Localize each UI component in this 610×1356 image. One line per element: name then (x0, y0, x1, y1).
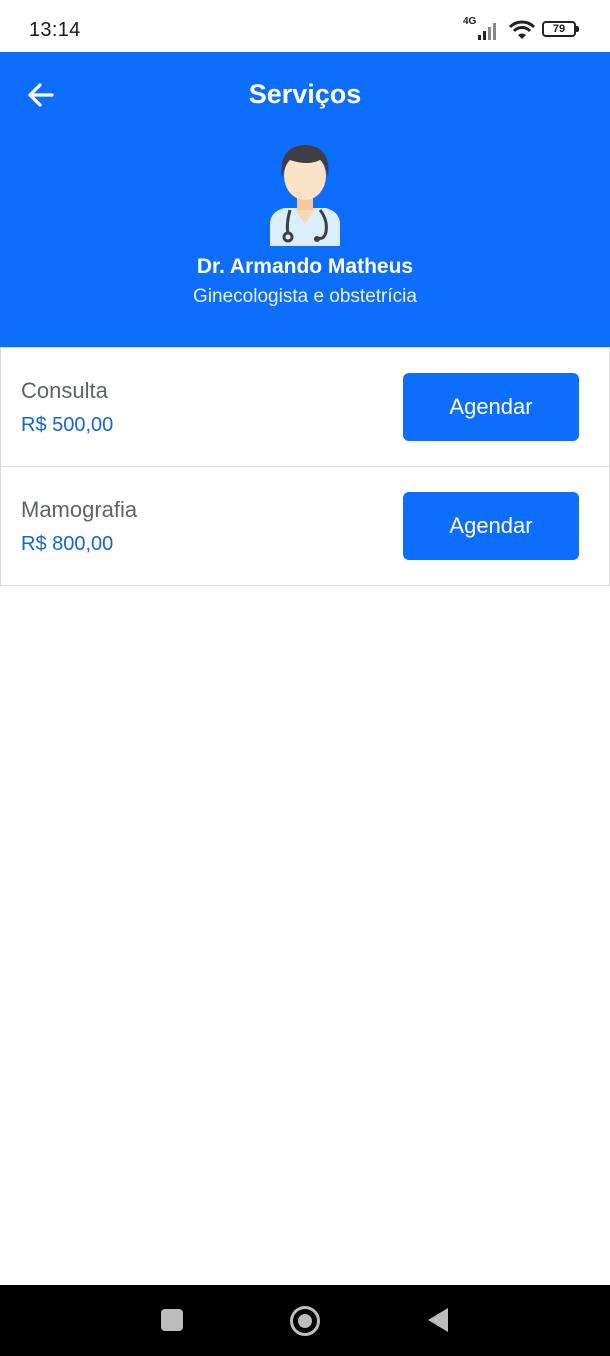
schedule-button[interactable]: Agendar (403, 373, 579, 441)
status-icons: 4G 79 (463, 16, 579, 41)
screen: 13:14 4G 79 Serviços Dr. Armando Matheus… (0, 0, 610, 1356)
page-title: Serviços (248, 79, 362, 109)
doctor-avatar-icon (270, 145, 340, 246)
system-nav-bar (0, 1285, 610, 1356)
battery-icon: 79 (542, 21, 579, 37)
header: Serviços Dr. Armando Matheus Ginecologis… (0, 52, 610, 347)
back-icon[interactable] (428, 1308, 448, 1332)
doctor-specialty: Ginecologista e obstetrícia (193, 286, 417, 307)
service-item: Consulta R$ 500,00 Agendar (0, 347, 610, 467)
service-price: R$ 800,00 (21, 533, 114, 555)
wifi-icon (508, 20, 536, 39)
service-item: Mamografia R$ 800,00 Agendar (0, 466, 610, 586)
recent-apps-icon[interactable] (161, 1309, 183, 1331)
service-price: R$ 500,00 (21, 414, 114, 436)
status-time: 13:14 (29, 19, 81, 41)
signal-icon (478, 23, 496, 40)
service-name: Mamografia (21, 497, 138, 522)
home-icon[interactable] (290, 1306, 320, 1336)
status-bar: 13:14 4G 79 (0, 0, 610, 52)
doctor-name: Dr. Armando Matheus (196, 255, 414, 278)
network-type-label: 4G (463, 16, 477, 27)
service-name: Consulta (21, 378, 108, 403)
schedule-button[interactable]: Agendar (403, 492, 579, 560)
